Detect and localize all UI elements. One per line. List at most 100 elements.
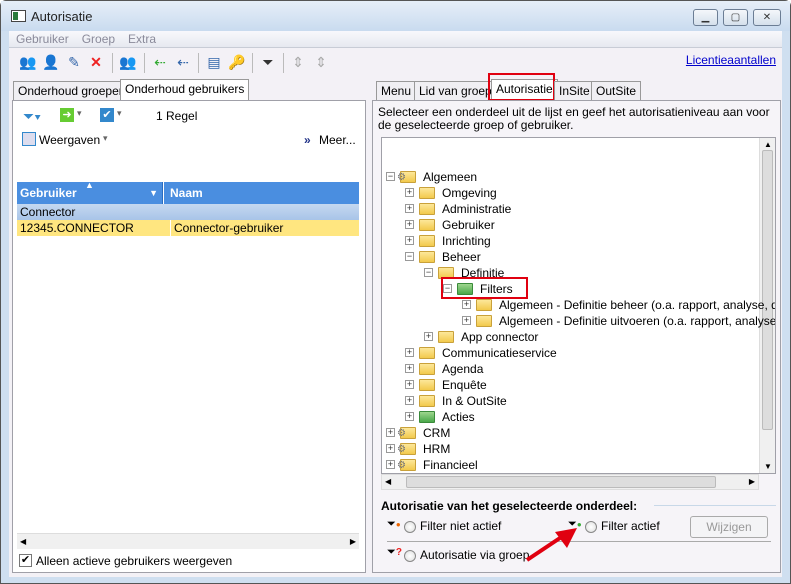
tree-node[interactable]: + Agenda — [382, 361, 762, 377]
highlight-box — [488, 73, 555, 101]
tab-onderhoud-gebruikers[interactable]: Onderhoud gebruikers — [120, 79, 250, 101]
tree-horizontal-scrollbar[interactable]: ◀ ▶ — [381, 474, 759, 490]
tree-node[interactable]: − Beheer — [382, 249, 762, 265]
menu-groep[interactable]: Groep — [82, 31, 115, 47]
auth-section-title: Autorisatie van het geselecteerde onderd… — [381, 499, 638, 513]
expand-icon[interactable]: + — [386, 428, 395, 437]
licentieaantallen-link[interactable]: Licentieaantallen — [686, 53, 776, 67]
menu-gebruiker[interactable]: Gebruiker — [16, 31, 69, 47]
go-arrow-icon[interactable]: ➜ — [60, 108, 74, 122]
collapse-icon[interactable]: ⇕ — [289, 53, 307, 71]
delete-icon[interactable]: ✕ — [87, 53, 105, 71]
horizontal-scrollbar[interactable]: ◀ ▶ — [17, 533, 359, 549]
tree-node-label: Financieel — [423, 458, 478, 472]
filter-actief-radio[interactable]: Filter actief — [585, 519, 660, 533]
expand-icon[interactable]: + — [405, 188, 414, 197]
row-count: 1 Regel — [156, 109, 198, 123]
table-row[interactable]: 12345.CONNECTOR Connector-gebruiker — [17, 220, 359, 236]
folder-icon — [419, 219, 435, 231]
group-icon[interactable]: 👥 — [119, 53, 137, 71]
column-header-gebruiker[interactable]: Gebruiker ▲ ▼ — [17, 180, 163, 204]
collapse-icon[interactable]: − — [424, 268, 433, 277]
tab-lid-van-groep[interactable]: Lid van groep — [414, 81, 497, 101]
expand-icon[interactable]: + — [424, 332, 433, 341]
minimize-button[interactable]: ▁ — [693, 9, 718, 26]
tab-outsite[interactable]: OutSite — [591, 81, 642, 101]
expand-icon[interactable]: + — [405, 396, 414, 405]
expand-icon[interactable]: + — [405, 364, 414, 373]
expand-icon[interactable]: ⇕ — [312, 53, 330, 71]
tree-node[interactable]: + Enquête — [382, 377, 762, 393]
instruction-text: Selecteer een onderdeel uit de lijst en … — [378, 105, 770, 132]
tree-node[interactable]: + CRM — [382, 425, 762, 442]
red-arrow-annotation — [525, 528, 577, 562]
active-users-label: Alleen actieve gebruikers weergeven — [36, 554, 233, 568]
tab-onderhoud-groepen[interactable]: Onderhoud groepen — [13, 81, 131, 101]
tree-node[interactable]: + App connector — [382, 329, 762, 345]
column-header-naam[interactable]: Naam — [164, 182, 359, 204]
expand-icon[interactable]: + — [405, 204, 414, 213]
folder-icon — [476, 315, 492, 327]
folder-icon — [397, 170, 416, 186]
filter-icon[interactable]: ⏷▾ — [23, 108, 41, 125]
tree-node[interactable]: − Filters — [382, 281, 762, 297]
expand-icon[interactable]: + — [386, 460, 395, 469]
expand-icon[interactable]: + — [405, 380, 414, 389]
users-pane: ⏷▾ ➜ ▾ ✔ ▾ 1 Regel Weergaven ▾ » Meer...… — [12, 100, 366, 573]
tree-node[interactable]: − Algemeen — [382, 169, 762, 186]
user-add-icon[interactable]: 👤 — [42, 53, 60, 71]
tree-node[interactable]: + Gebruiker — [382, 217, 762, 233]
folder-icon — [419, 235, 435, 247]
folder-icon — [397, 426, 416, 442]
expand-icon[interactable]: + — [462, 316, 471, 325]
select-check-icon[interactable]: ✔ — [100, 108, 114, 122]
tree-node[interactable]: + Algemeen - Definitie beheer (o.a. rappo… — [382, 297, 775, 313]
collapse-icon[interactable]: − — [386, 172, 395, 181]
close-button[interactable]: ✕ — [753, 9, 781, 26]
import-icon[interactable]: ⇠ — [151, 53, 169, 71]
filter-list-icon[interactable]: ⏷ — [259, 53, 277, 71]
highlight-box — [441, 277, 528, 299]
tree-node[interactable]: + Administratie — [382, 201, 762, 217]
expand-icon[interactable]: + — [405, 348, 414, 357]
tree-node-label: App connector — [461, 330, 539, 344]
tree-node[interactable]: + Communicatieservice — [382, 345, 762, 361]
expand-icon[interactable]: + — [405, 412, 414, 421]
tree-node[interactable]: + Acties — [382, 409, 762, 425]
users-add-icon[interactable]: 👥 — [19, 53, 37, 71]
expand-icon[interactable]: + — [405, 236, 414, 245]
edit-icon[interactable]: ✎ — [65, 53, 83, 71]
preview-icon[interactable]: ▤ — [205, 53, 223, 71]
client-area: Gebruiker Groep Extra 👥 👤 ✎ ✕ 👥 ⇠ ⇠ ▤ 🔑 ⏷ … — [9, 31, 782, 577]
more-button[interactable]: Meer... — [319, 133, 356, 147]
tree-node[interactable]: + Financieel — [382, 457, 762, 473]
filter-niet-actief-radio[interactable]: Filter niet actief — [404, 519, 501, 533]
wijzigen-button[interactable]: Wijzigen — [690, 516, 768, 538]
expand-icon[interactable]: + — [405, 220, 414, 229]
tree-node[interactable]: + Omgeving — [382, 185, 762, 201]
tab-menu[interactable]: Menu — [376, 81, 417, 101]
expand-icon[interactable]: + — [462, 300, 471, 309]
menu-extra[interactable]: Extra — [128, 31, 156, 47]
tree-node-label: Algemeen - Definitie beheer (o.a. rappor… — [499, 298, 776, 312]
key-user-icon[interactable]: 🔑 — [228, 53, 246, 71]
export-icon[interactable]: ⇠ — [174, 53, 192, 71]
radio-label: Filter niet actief — [420, 519, 502, 533]
maximize-button[interactable]: ▢ — [723, 9, 748, 26]
group-row[interactable]: Connector — [17, 204, 359, 220]
tree-node[interactable]: − Definitie — [382, 265, 762, 281]
autorisatie-via-groep-radio[interactable]: Autorisatie via groep — [404, 548, 529, 562]
tree-node[interactable]: + Algemeen - Definitie uitvoeren (o.a. ra… — [382, 313, 775, 329]
authorization-tree[interactable]: ▲▼ −Algemeen+Omgeving+Administratie+Gebr… — [381, 137, 776, 474]
tree-node[interactable]: + Inrichting — [382, 233, 762, 249]
tab-insite[interactable]: InSite — [554, 81, 595, 101]
column-filter-icon[interactable]: ▼ — [149, 182, 158, 204]
views-dropdown[interactable]: Weergaven — [39, 133, 100, 147]
active-users-checkbox[interactable]: ✔ — [19, 554, 32, 567]
expand-icon[interactable]: + — [386, 444, 395, 453]
toolbar: 👥 👤 ✎ ✕ 👥 ⇠ ⇠ ▤ 🔑 ⏷ ⇕ ⇕ Licentieaantalle… — [9, 49, 782, 75]
tree-node[interactable]: + HRM — [382, 441, 762, 458]
tree-node-label: In & OutSite — [442, 394, 507, 408]
collapse-icon[interactable]: − — [405, 252, 414, 261]
tree-node[interactable]: + In & OutSite — [382, 393, 762, 409]
